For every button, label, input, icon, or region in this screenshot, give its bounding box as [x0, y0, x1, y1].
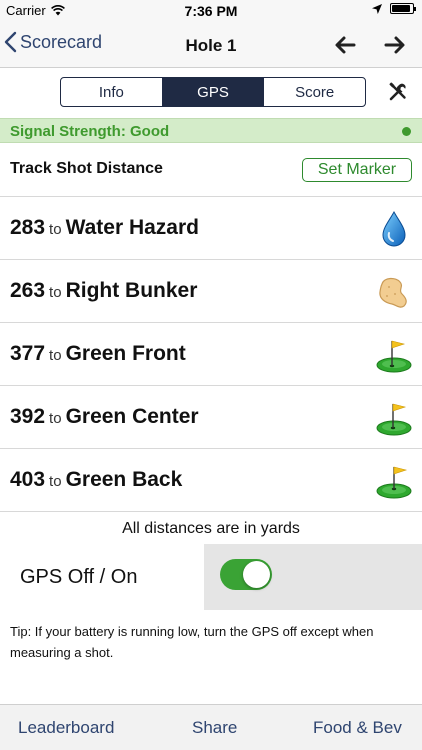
gps-toggle-switch[interactable] — [220, 559, 272, 590]
distance-yards: 263 — [10, 279, 46, 302]
signal-strength-text: Signal Strength: Good — [10, 123, 170, 140]
distance-connector: to — [49, 221, 62, 238]
bunker-icon — [379, 277, 407, 308]
status-right — [372, 3, 416, 14]
gps-label: GPS Off / On — [20, 566, 138, 588]
distance-text: 377 to Green Front — [10, 342, 186, 366]
bottom-tab-bar: Leaderboard Share Food & Bev — [0, 704, 422, 750]
units-note: All distances are in yards — [122, 520, 300, 537]
distance-row-green-back[interactable]: 403 to Green Back — [0, 449, 422, 512]
tip-text: Tip: If your battery is running low, tur… — [10, 624, 374, 660]
status-bar: Carrier 7:36 PM — [0, 0, 422, 22]
water-drop-icon — [382, 210, 406, 247]
distance-yards: 392 — [10, 405, 46, 428]
location-arrow-icon — [372, 3, 382, 14]
segment-gps[interactable]: GPS — [162, 78, 265, 106]
distance-target: Green Center — [65, 405, 199, 428]
distance-target: Right Bunker — [65, 279, 198, 302]
signal-strength-bar: Signal Strength: Good — [0, 118, 422, 143]
signal-indicator-dot — [402, 127, 411, 136]
distance-text: 403 to Green Back — [10, 468, 182, 492]
gps-toggle-row: GPS Off / On — [0, 544, 422, 610]
track-shot-row: Track Shot Distance Set Marker — [0, 143, 422, 197]
segment-row: Info GPS Score — [0, 68, 422, 118]
distance-row-green-front[interactable]: 377 to Green Front — [0, 323, 422, 386]
back-button-label: Scorecard — [20, 31, 103, 52]
distance-target: Green Front — [65, 342, 186, 365]
distance-row-green-center[interactable]: 392 to Green Center — [0, 386, 422, 449]
chevron-left-icon — [4, 31, 17, 53]
set-marker-button[interactable]: Set Marker — [302, 158, 412, 182]
distance-yards: 377 — [10, 342, 46, 365]
distance-row-right-bunker[interactable]: 263 to Right Bunker — [0, 260, 422, 323]
distance-connector: to — [49, 473, 62, 490]
green-flag-icon — [376, 340, 412, 373]
track-shot-label: Track Shot Distance — [10, 160, 163, 177]
distance-target: Water Hazard — [65, 216, 199, 239]
status-time: 7:36 PM — [184, 3, 238, 19]
battery-icon — [390, 3, 416, 14]
distance-text: 263 to Right Bunker — [10, 279, 197, 303]
distance-row-water-hazard[interactable]: 283 to Water Hazard — [0, 197, 422, 260]
distance-target: Green Back — [65, 468, 183, 491]
distance-yards: 283 — [10, 216, 46, 239]
distance-yards: 403 — [10, 468, 46, 491]
tab-share[interactable]: Share — [192, 718, 237, 738]
back-button[interactable]: Scorecard — [4, 31, 102, 53]
distance-connector: to — [49, 347, 62, 364]
segment-info[interactable]: Info — [61, 78, 163, 106]
distance-text: 283 to Water Hazard — [10, 216, 199, 240]
gps-label-cell: GPS Off / On — [0, 544, 204, 610]
distance-list: 283 to Water Hazard 263 to Right Bunker 37 — [0, 197, 422, 512]
distance-connector: to — [49, 410, 62, 427]
navigation-bar: Scorecard Hole 1 — [0, 22, 422, 68]
segmented-control: Info GPS Score — [60, 77, 366, 107]
gps-toggle-cell — [204, 544, 422, 610]
tab-food-bev[interactable]: Food & Bev — [313, 718, 402, 738]
distance-connector: to — [49, 284, 62, 301]
arrow-right-icon[interactable] — [382, 32, 408, 58]
battery-level — [392, 5, 410, 12]
green-flag-icon — [376, 466, 412, 499]
arrow-left-icon[interactable] — [332, 32, 358, 58]
tools-icon[interactable] — [388, 82, 408, 102]
segment-score[interactable]: Score — [264, 78, 365, 106]
distance-text: 392 to Green Center — [10, 405, 199, 429]
tab-leaderboard[interactable]: Leaderboard — [18, 718, 114, 738]
green-flag-icon — [376, 403, 412, 436]
toggle-knob — [243, 561, 270, 588]
